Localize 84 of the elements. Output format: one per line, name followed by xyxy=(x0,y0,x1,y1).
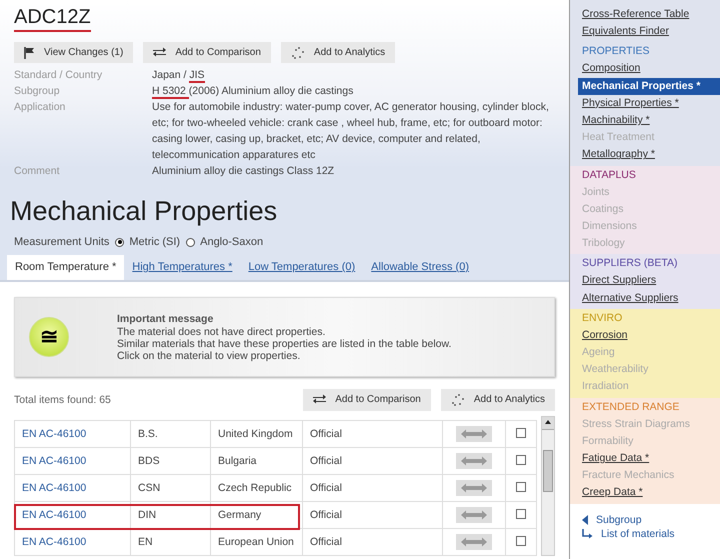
scrollbar[interactable] xyxy=(541,416,555,556)
section-title: ENVIRO xyxy=(582,310,624,326)
table-cell: CSN xyxy=(130,474,210,502)
sidebar-item[interactable]: Fatigue Data * xyxy=(582,450,650,468)
table-cell: United Kingdom xyxy=(210,420,302,448)
message-line: Similar materials that have these properties are listed in the table below. xyxy=(117,338,452,350)
nav-link[interactable]: List of materials xyxy=(601,528,675,540)
action-button[interactable]: Add to Comparison xyxy=(143,42,271,63)
section-title: EXTENDED RANGE xyxy=(582,400,680,415)
row-checkbox[interactable] xyxy=(516,482,526,492)
radio-option[interactable]: Metric (SI) xyxy=(115,236,180,248)
sidebar-item[interactable]: Machinability * xyxy=(582,112,650,130)
scroll-thumb[interactable] xyxy=(543,450,553,492)
nav-link[interactable]: Subgroup xyxy=(596,514,642,526)
flag-icon xyxy=(24,46,35,58)
approx-icon: ≅ xyxy=(29,317,69,357)
swap-arrows-icon xyxy=(153,47,166,58)
tab[interactable]: Room Temperature * xyxy=(7,255,124,280)
sidebar-item[interactable]: Equivalents Finder xyxy=(582,23,669,40)
row-checkbox[interactable] xyxy=(516,428,526,438)
sidebar-item[interactable]: Mechanical Properties * xyxy=(578,78,720,95)
sidebar-item[interactable]: Cross-Reference Table xyxy=(582,6,690,24)
detail-text: (2006) Aluminium alloy die castings xyxy=(188,85,354,97)
radio-circle[interactable] xyxy=(186,238,196,246)
message-line: The material does not have direct properties. xyxy=(117,326,326,338)
sidebar-item[interactable]: Physical Properties * xyxy=(582,94,679,112)
sidebar-item[interactable]: Metallography * xyxy=(582,146,655,164)
row-checkbox[interactable] xyxy=(516,508,526,518)
radio-option[interactable]: Anglo-Saxon xyxy=(186,236,264,248)
action-button[interactable]: View Changes (1) xyxy=(14,42,134,63)
scattered-dots-icon xyxy=(290,46,305,58)
message-line: Click on the material to view properties. xyxy=(117,350,302,362)
material-link[interactable]: EN AC-46100 xyxy=(14,420,130,448)
table-cell: EN xyxy=(130,528,210,556)
table-cell: European Union xyxy=(210,528,302,556)
sidebar-item[interactable]: Alternative Suppliers xyxy=(582,290,678,307)
row-checkbox[interactable] xyxy=(516,454,526,464)
sidebar-item[interactable]: Corrosion xyxy=(582,326,628,344)
detail-label: Comment xyxy=(14,164,61,179)
swap-arrows-icon xyxy=(313,394,326,405)
detail-text: Japan / xyxy=(152,69,188,81)
table-cell: Czech Republic xyxy=(210,474,302,502)
table-cell: Official xyxy=(302,420,442,448)
action-button[interactable]: Add to Analytics xyxy=(280,42,396,63)
detail-label: Subgroup xyxy=(14,84,61,99)
standard-link[interactable]: JIS xyxy=(189,69,205,83)
detail-text: Use for automobile industry: water-pump cover, AC generator housing, cylinder block, etc; for two-wheeled vehicle: crank case , wheel hub, frame, etc; for outboard motor: casing lower, casing up, bracket, etc; AV device, computer and related, telecommunication apparatures etc xyxy=(152,101,549,161)
total-count: Total items found: 65 xyxy=(14,394,111,406)
table-cell: BDS xyxy=(130,448,210,474)
material-link[interactable]: EN AC-46100 xyxy=(14,502,130,528)
row-checkbox[interactable] xyxy=(516,536,526,546)
scroll-up-icon[interactable] xyxy=(542,417,554,430)
section-title: PROPERTIES xyxy=(582,44,650,60)
table-cell: Official xyxy=(302,448,442,474)
material-link[interactable]: EN AC-46100 xyxy=(14,474,130,502)
sidebar-item[interactable]: Creep Data * xyxy=(582,484,643,502)
table-cell: Official xyxy=(302,502,442,528)
material-link[interactable]: EN AC-46100 xyxy=(14,448,130,474)
table-cell: Official xyxy=(302,528,442,556)
radio-circle[interactable] xyxy=(115,238,124,246)
tab[interactable]: Low Temperatures (0) xyxy=(240,255,364,280)
table-cell: B.S. xyxy=(130,420,210,448)
detail-label: Application xyxy=(14,100,66,115)
material-link[interactable]: EN AC-46100 xyxy=(14,528,130,556)
sidebar-item[interactable]: Composition xyxy=(582,60,640,78)
detail-label: Standard / Country xyxy=(14,68,104,83)
table-cell: Bulgaria xyxy=(210,448,302,474)
scattered-dots-icon xyxy=(450,394,465,406)
corner-arrow-icon xyxy=(582,528,593,539)
standard-link[interactable]: H 5302 xyxy=(152,85,189,99)
section-title: SUPPLIERS (BETA) xyxy=(582,256,678,272)
units-label: Measurement Units xyxy=(14,236,110,248)
action-button[interactable]: Add to Comparison xyxy=(303,388,431,410)
detail-text: Aluminium alloy die castings Class 12Z xyxy=(152,165,334,177)
message-title: Important message xyxy=(117,312,214,324)
page-heading: Mechanical Properties xyxy=(10,196,278,227)
back-triangle-icon xyxy=(582,514,588,525)
sidebar-item[interactable]: Direct Suppliers xyxy=(582,272,656,290)
tab[interactable]: Allowable Stress (0) xyxy=(363,255,477,280)
table-cell: Official xyxy=(302,474,442,502)
material-title: ADC12Z xyxy=(14,4,91,32)
tab[interactable]: High Temperatures * xyxy=(124,255,240,280)
section-title: DATAPLUS xyxy=(582,168,637,183)
action-button[interactable]: Add to Analytics xyxy=(440,388,555,410)
